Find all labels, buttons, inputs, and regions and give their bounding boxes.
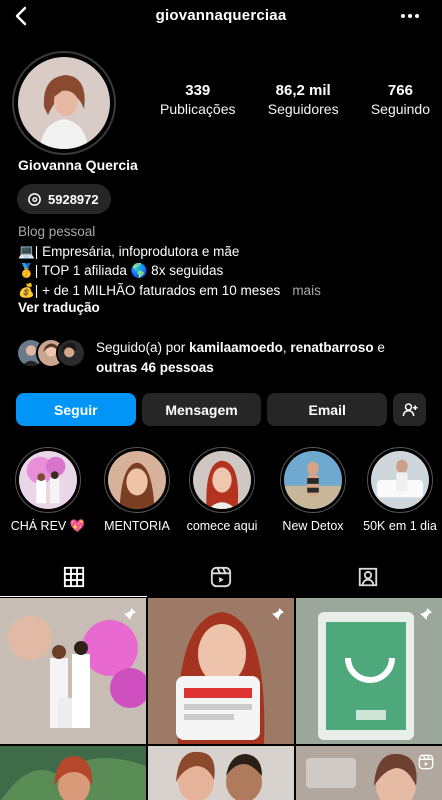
bio-category: Blog pessoal: [18, 224, 96, 239]
profile-avatar[interactable]: [12, 51, 116, 155]
follow-button[interactable]: Seguir: [16, 393, 136, 426]
bio-line-3: 💰| + de 1 MILHÃO faturados em 10 meses: [18, 282, 281, 298]
stat-posts-count: 339: [185, 82, 211, 99]
highlight-cover: [108, 451, 166, 509]
post-thumbnail[interactable]: [0, 598, 146, 744]
message-button[interactable]: Mensagem: [141, 393, 262, 426]
highlight-label: 50K em 1 dia: [363, 519, 437, 533]
pinned-icon: [420, 608, 432, 620]
more-options-icon[interactable]: [398, 4, 422, 28]
post-thumbnail[interactable]: [296, 598, 442, 744]
highlight-cover: [19, 451, 77, 509]
followed-by-user-2[interactable]: renatbarroso: [290, 340, 373, 355]
stat-following-label: Seguindo: [370, 101, 430, 117]
stat-following[interactable]: 766 Seguindo: [371, 82, 430, 117]
bio-line-2: 🥇| TOP 1 afiliada 🌎 8x seguidas: [18, 263, 224, 278]
stat-following-count: 766: [387, 82, 413, 99]
stat-posts-label: Publicações: [160, 101, 236, 117]
post-thumbnail[interactable]: [296, 746, 442, 800]
stat-posts[interactable]: 339 Publicações: [160, 82, 236, 117]
highlight-label: CHÁ REV 💖: [10, 519, 86, 533]
bio-line-1: 💻| Empresária, infoprodutora e mãe: [18, 243, 240, 259]
highlight-ring: [367, 447, 433, 513]
post-thumbnail[interactable]: [0, 746, 146, 800]
tab-reels[interactable]: [147, 557, 294, 597]
threads-count: 5928972: [48, 191, 99, 207]
profile-tabs: [0, 557, 442, 597]
grid-icon: [63, 566, 84, 588]
followed-by-text: Seguido(a) por kamilaamoedo, renatbarros…: [96, 338, 426, 377]
threads-icon: [28, 192, 41, 206]
bio-line-3-row: 💰| + de 1 MILHÃO faturados em 10 meses ma…: [18, 281, 433, 301]
post-thumbnail[interactable]: [148, 746, 294, 800]
reels-icon: [210, 566, 232, 588]
post-thumbnail[interactable]: [148, 598, 294, 744]
threads-badge[interactable]: 5928972: [17, 184, 111, 214]
followed-by-others[interactable]: outras 46 pessoas: [96, 360, 214, 375]
highlight-new-detox[interactable]: New Detox: [277, 447, 349, 533]
profile-actions: Seguir Mensagem Email: [16, 393, 427, 426]
highlight-ring: [280, 447, 346, 513]
tab-posts-grid[interactable]: [0, 557, 148, 597]
tagged-person-icon: [359, 567, 378, 587]
profile-name: Giovanna Quercia: [18, 157, 138, 173]
stat-followers[interactable]: 86,2 mil Seguidores: [268, 82, 339, 117]
add-person-icon: [402, 402, 418, 416]
highlight-label: New Detox: [282, 519, 344, 533]
followed-by-conjunction: e: [373, 340, 385, 355]
followed-by[interactable]: Seguido(a) por kamilaamoedo, renatbarros…: [16, 338, 426, 377]
posts-grid: [0, 598, 442, 800]
profile-bio: Blog pessoal 💻| Empresária, infoprodutor…: [18, 222, 433, 300]
profile-stats: 339 Publicações 86,2 mil Seguidores 766 …: [160, 82, 430, 117]
highlight-ring: [189, 447, 255, 513]
tab-tagged[interactable]: [295, 557, 442, 597]
highlight-cha-rev[interactable]: CHÁ REV 💖: [11, 447, 85, 534]
stat-followers-label: Seguidores: [267, 101, 339, 117]
see-translation-link[interactable]: Ver tradução: [18, 300, 100, 315]
highlight-mentoria[interactable]: MENTORIA: [101, 447, 173, 533]
email-button[interactable]: Email: [267, 393, 388, 426]
bio-more-link[interactable]: mais: [292, 283, 321, 298]
reels-badge-icon: [418, 754, 434, 770]
pinned-icon: [272, 608, 284, 620]
suggest-people-button[interactable]: [393, 393, 427, 426]
highlight-label: comece aqui: [186, 519, 258, 533]
stat-followers-count: 86,2 mil: [275, 82, 331, 99]
highlight-cover: [193, 451, 251, 509]
top-bar: giovannaquerciaa: [0, 0, 442, 34]
story-highlights: CHÁ REV 💖 MENTORIA comece aqui New Detox: [0, 447, 442, 539]
pinned-icon: [124, 608, 136, 620]
highlight-cover: [371, 451, 429, 509]
followed-by-user-1[interactable]: kamilaamoedo: [189, 340, 283, 355]
highlight-ring: [15, 447, 81, 513]
avatar-image: [18, 57, 110, 149]
highlight-ring: [104, 447, 170, 513]
highlight-comece-aqui[interactable]: comece aqui: [186, 447, 258, 533]
follower-avatar-3: [56, 338, 86, 368]
profile-username: giovannaquerciaa: [155, 7, 287, 24]
highlight-50k-em-1-dia[interactable]: 50K em 1 dia: [363, 447, 437, 533]
followed-by-prefix: Seguido(a) por: [96, 340, 190, 355]
highlight-cover: [284, 451, 342, 509]
